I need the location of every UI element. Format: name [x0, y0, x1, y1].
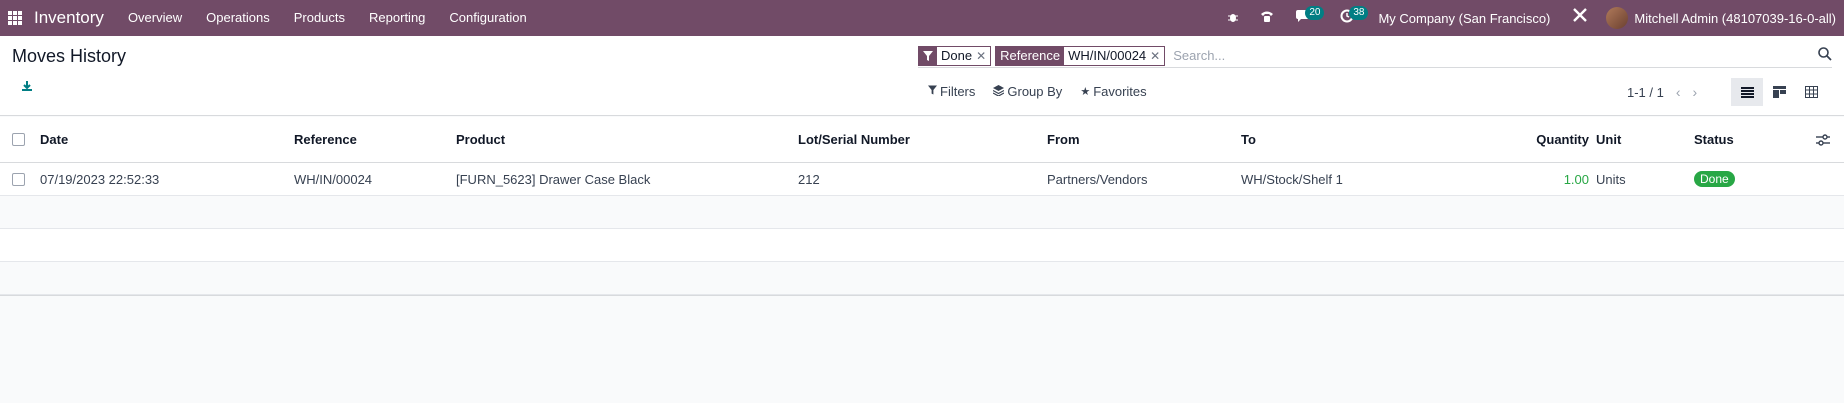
column-lot-serial[interactable]: Lot/Serial Number [798, 117, 910, 162]
group-by-button[interactable]: Group By [993, 84, 1062, 99]
search-options: Filters Group By ★ Favorites [928, 84, 1165, 99]
activities-icon[interactable]: 38 [1330, 0, 1369, 36]
pager-previous-icon[interactable]: ‹ [1676, 84, 1681, 100]
download-icon [22, 81, 32, 91]
messages-count-badge: 20 [1305, 6, 1325, 20]
moves-list: Date Reference Product Lot/Serial Number… [0, 117, 1844, 296]
facet-value: WH/IN/00024 [1068, 48, 1147, 63]
main-menu: Overview Operations Products Reporting C… [116, 0, 539, 36]
status-cell: Done [1694, 163, 1735, 195]
filters-button[interactable]: Filters [928, 84, 975, 99]
table-header: Date Reference Product Lot/Serial Number… [0, 117, 1844, 163]
favorites-label: Favorites [1093, 84, 1147, 99]
remove-facet-icon[interactable]: ✕ [976, 47, 990, 65]
search-input[interactable] [1169, 48, 1832, 63]
table-row[interactable]: 07/19/2023 22:52:33 WH/IN/00024 [FURN_56… [0, 163, 1844, 196]
empty-row [0, 262, 1844, 295]
cell-reference: WH/IN/00024 [294, 171, 373, 187]
column-to[interactable]: To [1241, 117, 1256, 162]
pager-next-icon[interactable]: › [1693, 84, 1698, 100]
menu-overview[interactable]: Overview [116, 0, 194, 36]
control-panel: Moves History Done ✕ Reference WH/IN/000… [0, 36, 1844, 116]
search-icon[interactable] [1818, 47, 1832, 64]
star-icon: ★ [1080, 86, 1091, 98]
empty-row [0, 196, 1844, 229]
view-switcher [1731, 78, 1827, 106]
cell-quantity: 1.00 [1563, 171, 1589, 187]
column-date[interactable]: Date [40, 117, 68, 162]
favorites-button[interactable]: ★ Favorites [1080, 84, 1146, 99]
page-title: Moves History [12, 46, 127, 66]
column-status[interactable]: Status [1694, 117, 1734, 162]
cell-product: [FURN_5623] Drawer Case Black [456, 171, 651, 187]
pager: 1-1 / 1 ‹ › [1627, 84, 1697, 100]
row-checkbox[interactable] [12, 163, 25, 195]
facet-label: Reference [996, 46, 1065, 65]
activities-count-badge: 38 [1349, 6, 1369, 20]
user-menu[interactable]: Mitchell Admin (48107039-16-0-all) [1628, 11, 1844, 26]
select-all-checkbox[interactable] [12, 117, 25, 162]
app-name[interactable]: Inventory [34, 8, 104, 28]
phone-icon[interactable] [1249, 0, 1285, 36]
filters-label: Filters [940, 84, 976, 99]
column-product[interactable]: Product [456, 117, 505, 162]
download-button[interactable] [21, 80, 33, 92]
column-quantity[interactable]: Quantity [1536, 117, 1589, 162]
pivot-view-icon[interactable] [1795, 78, 1827, 106]
search-facet-reference[interactable]: Reference WH/IN/00024 ✕ [995, 45, 1166, 66]
menu-operations[interactable]: Operations [194, 0, 282, 36]
company-switcher[interactable]: My Company (San Francisco) [1364, 11, 1562, 26]
filter-icon [928, 85, 937, 98]
pager-value[interactable]: 1-1 / 1 [1627, 85, 1664, 100]
search-facet-status[interactable]: Done ✕ [918, 45, 992, 66]
list-view-icon[interactable] [1731, 78, 1763, 106]
apps-menu-icon[interactable] [8, 11, 22, 25]
remove-facet-icon[interactable]: ✕ [1150, 47, 1164, 65]
tools-icon[interactable] [1562, 0, 1598, 36]
bug-icon[interactable] [1217, 0, 1249, 36]
group-by-label: Group By [1007, 84, 1063, 99]
cell-date: 07/19/2023 22:52:33 [40, 171, 160, 187]
optional-columns-icon[interactable] [1816, 117, 1830, 162]
cell-unit: Units [1596, 171, 1626, 187]
menu-configuration[interactable]: Configuration [437, 0, 538, 36]
facet-value: Done [941, 48, 973, 63]
kanban-view-icon[interactable] [1763, 78, 1795, 106]
top-navbar: Inventory Overview Operations Products R… [0, 0, 1844, 36]
messages-icon[interactable]: 20 [1285, 0, 1325, 36]
cell-from: Partners/Vendors [1047, 171, 1148, 187]
menu-reporting[interactable]: Reporting [357, 0, 437, 36]
column-unit[interactable]: Unit [1596, 117, 1621, 162]
menu-products[interactable]: Products [282, 0, 357, 36]
search-bar: Done ✕ Reference WH/IN/00024 ✕ [918, 44, 1832, 68]
avatar[interactable] [1606, 7, 1629, 29]
navbar-systray: 20 38 My Company (San Francisco) Mitchel… [1217, 0, 1844, 36]
filter-icon [919, 46, 937, 65]
column-from[interactable]: From [1047, 117, 1080, 162]
empty-row [0, 229, 1844, 262]
cell-lot-serial: 212 [798, 171, 820, 187]
cell-to: WH/Stock/Shelf 1 [1241, 171, 1343, 187]
column-reference[interactable]: Reference [294, 117, 357, 162]
layers-icon [993, 84, 1005, 99]
status-badge: Done [1694, 171, 1735, 187]
